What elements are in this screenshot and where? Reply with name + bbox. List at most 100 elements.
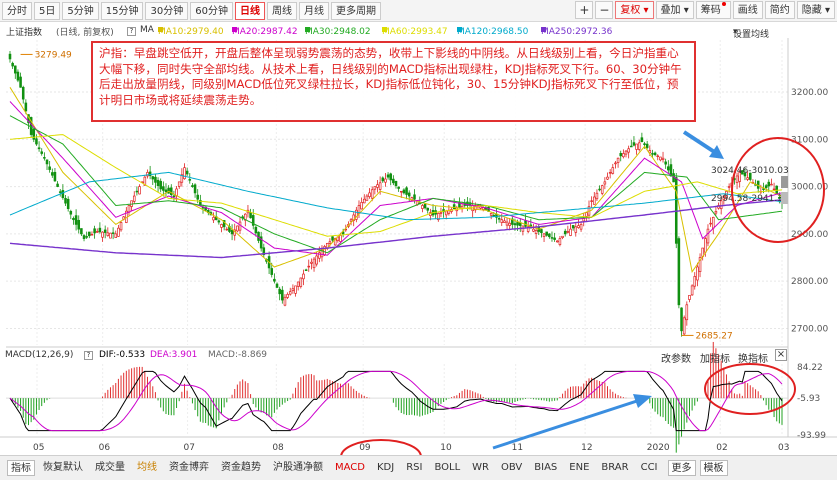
candle-body xyxy=(45,159,49,165)
tab-2[interactable]: 成交量 xyxy=(89,460,131,476)
tab-9[interactable]: RSI xyxy=(400,460,428,476)
candle-body xyxy=(392,178,395,184)
candle-body xyxy=(365,195,369,201)
tab-11[interactable]: WR xyxy=(466,460,495,476)
tab-14[interactable]: ENE xyxy=(563,460,595,476)
tab-1[interactable]: 恢复默认 xyxy=(37,460,89,476)
candle-body xyxy=(423,203,427,209)
candle-body xyxy=(558,238,562,245)
candle-body xyxy=(653,152,657,156)
candle-body xyxy=(585,212,588,217)
tab-17[interactable]: 更多 xyxy=(667,460,696,476)
candle-body xyxy=(299,277,303,287)
candle-body xyxy=(693,276,697,287)
candle-body xyxy=(603,181,607,185)
candle-body xyxy=(577,225,580,228)
candle-body xyxy=(230,229,234,235)
tab-16[interactable]: CCI xyxy=(635,460,664,476)
candle-body xyxy=(16,71,20,81)
candle-body xyxy=(185,170,189,175)
tab-3[interactable]: 均线 xyxy=(131,460,163,476)
high-price-label: 3279.49 xyxy=(35,50,72,60)
candle-body xyxy=(709,222,712,225)
candle-body xyxy=(225,228,229,231)
candle-body xyxy=(238,221,242,231)
candle-body xyxy=(542,233,546,237)
candle-body xyxy=(72,218,75,221)
candle-body xyxy=(534,229,538,234)
candle-body xyxy=(77,219,81,230)
tab-12[interactable]: OBV xyxy=(495,460,528,476)
candle-body xyxy=(508,222,511,226)
candle-body xyxy=(8,53,12,60)
candle-body xyxy=(373,186,377,190)
range-label-2: 2994.58-2941.37 xyxy=(711,194,789,204)
candle-body xyxy=(471,205,474,212)
candle-body xyxy=(101,231,104,238)
ma-line-ma250 xyxy=(9,199,783,259)
low-price-label: 2685.27 xyxy=(696,331,733,341)
candle-body xyxy=(188,179,192,181)
candle-body xyxy=(132,195,136,202)
candle-body xyxy=(616,157,620,163)
candle-body xyxy=(220,224,223,228)
candle-body xyxy=(156,179,160,186)
candle-body xyxy=(574,226,578,233)
candle-body xyxy=(407,192,411,197)
candle-body xyxy=(74,215,78,225)
tab-7[interactable]: MACD xyxy=(329,460,371,476)
candle-body xyxy=(569,228,572,236)
tab-4[interactable]: 资金博弈 xyxy=(163,460,215,476)
tab-15[interactable]: BRAR xyxy=(595,460,634,476)
tab-10[interactable]: BOLL xyxy=(428,460,466,476)
candle-body xyxy=(548,233,551,238)
candle-body xyxy=(191,185,194,187)
price-tag-grey-2 xyxy=(781,192,788,204)
candle-body xyxy=(611,167,615,174)
candle-body xyxy=(680,307,683,332)
candle-body xyxy=(706,228,710,244)
candle-body xyxy=(619,153,623,157)
candle-body xyxy=(331,236,334,241)
candle-body xyxy=(302,273,305,280)
candle-body xyxy=(688,294,691,300)
add-indicator-button[interactable]: 加指标 xyxy=(700,350,730,365)
tab-5[interactable]: 资金趋势 xyxy=(215,460,267,476)
close-icon[interactable]: × xyxy=(775,349,787,361)
candle-body xyxy=(685,304,689,321)
range-label-1: 3024.46-3010.03 xyxy=(711,166,789,176)
switch-indicator-button[interactable]: 换指标 xyxy=(738,350,768,365)
candle-body xyxy=(21,86,25,100)
x-tick-label: 08 xyxy=(272,443,284,453)
candle-body xyxy=(764,185,768,189)
tab-0[interactable]: 指标 xyxy=(7,460,35,476)
candle-body xyxy=(48,166,51,170)
candle-body xyxy=(452,204,456,210)
candle-body xyxy=(714,211,718,214)
candle-body xyxy=(362,198,366,204)
candle-body xyxy=(643,143,646,145)
candle-body xyxy=(249,212,252,219)
candle-body xyxy=(85,236,88,238)
candle-body xyxy=(540,229,543,234)
tab-13[interactable]: BIAS xyxy=(528,460,563,476)
candle-body xyxy=(598,188,601,191)
tab-18[interactable]: 模板 xyxy=(699,460,728,476)
candle-body xyxy=(106,232,110,236)
tab-8[interactable]: KDJ xyxy=(371,460,400,476)
candle-body xyxy=(767,181,771,187)
candle-body xyxy=(696,266,699,281)
candle-body xyxy=(167,187,170,194)
tab-6[interactable]: 沪股通净额 xyxy=(267,460,329,476)
edit-params-button[interactable]: 改参数 xyxy=(661,350,691,365)
macd-info-row: MACD(12,26,9) ? DIF:-0.533 DEA:3.901 MAC… xyxy=(5,349,787,365)
macd-tick-label: 84.22 xyxy=(797,363,823,373)
macd-value: MACD:-8.869 xyxy=(208,350,268,360)
indicator-tabs: 指标 恢复默认 成交量 均线 资金博弈 资金趋势 沪股通净额 MACD KDJ RSI BOLL WR… xyxy=(0,455,837,480)
candle-body xyxy=(579,224,583,230)
candle-body xyxy=(664,161,667,165)
candle-body xyxy=(58,191,62,193)
candle-body xyxy=(426,207,430,211)
x-tick-label: 2020 xyxy=(647,443,670,453)
candle-body xyxy=(339,235,342,242)
